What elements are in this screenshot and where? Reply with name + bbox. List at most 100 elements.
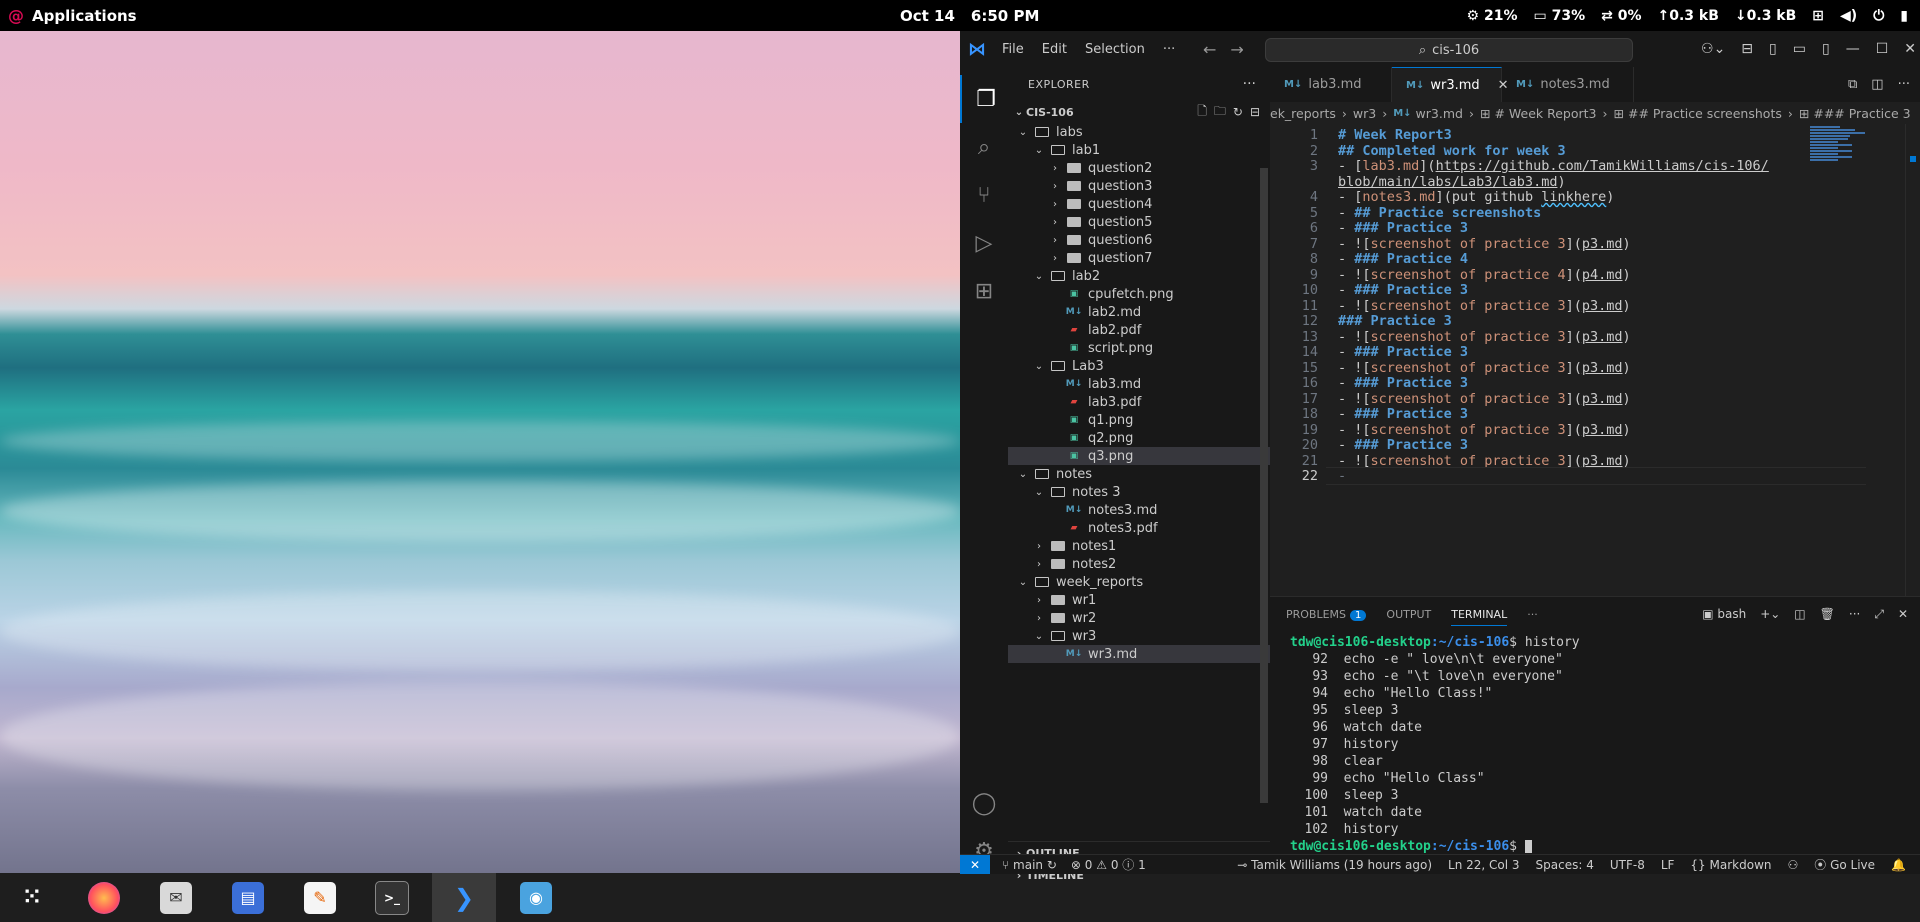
sidebar-scrollbar[interactable] (1260, 168, 1268, 803)
explorer-more-icon[interactable]: ··· (1243, 67, 1256, 101)
encoding[interactable]: UTF-8 (1610, 858, 1645, 872)
tab-wr3-md[interactable]: M↓ wr3.md ✕ (1392, 67, 1509, 102)
tree-item[interactable]: › wr1 (1008, 591, 1270, 609)
new-folder-icon[interactable]: 🗀 (1214, 102, 1226, 123)
tree-item[interactable]: ⌄ lab2 (1008, 267, 1270, 285)
breadcrumb-item[interactable]: ## Practice screenshots (1628, 106, 1782, 121)
tree-item[interactable]: ⌄ labs (1008, 123, 1270, 141)
tree-item[interactable]: ▣ q2.png (1008, 429, 1270, 447)
toggle-secondary-icon[interactable]: ▯ (1822, 41, 1830, 57)
tree-item[interactable]: ⌄ Lab3 (1008, 357, 1270, 375)
run-debug-icon[interactable]: ▷ (960, 219, 1008, 267)
refresh-icon[interactable]: ↻ (1233, 105, 1243, 119)
tree-item[interactable]: ⌄ wr3 (1008, 627, 1270, 645)
breadcrumb-item[interactable]: ### Practice 3 (1813, 106, 1910, 121)
terminal-shell-selector[interactable]: ▣ bash (1702, 607, 1746, 621)
text-editor-launcher[interactable]: ✎ (288, 873, 352, 922)
source-control-icon[interactable]: ⑂ (960, 171, 1008, 219)
maximize-panel-icon[interactable]: ⤢ (1874, 607, 1884, 622)
command-center-search[interactable]: ⌕ cis-106 (1265, 38, 1633, 62)
tree-item[interactable]: › notes2 (1008, 555, 1270, 573)
system-status[interactable]: ⚙ 21% ▭ 73% ⇄ 0% ↑0.3 kB ↓0.3 kB ⊞ ◀) ⏻ … (1467, 0, 1908, 31)
copilot-status-icon[interactable]: ⚇ (1787, 858, 1798, 872)
split-terminal-icon[interactable]: ◫ (1794, 607, 1805, 621)
minimize-icon[interactable]: — (1846, 41, 1860, 57)
kill-terminal-icon[interactable]: 🗑 (1820, 607, 1835, 621)
toggle-sidebar-icon[interactable]: ▯ (1769, 41, 1777, 57)
toggle-panel-icon[interactable]: ▭ (1793, 41, 1806, 57)
new-file-icon[interactable]: 🗋 (1197, 102, 1207, 123)
editor-scrollbar[interactable] (1905, 124, 1920, 596)
explorer-icon[interactable]: ❐ (960, 75, 1010, 123)
tree-item[interactable]: ▣ q3.png (1008, 447, 1270, 465)
forward-arrow-icon[interactable]: → (1230, 40, 1243, 59)
tab-output[interactable]: OUTPUT (1386, 608, 1431, 621)
close-panel-icon[interactable]: ✕ (1898, 607, 1908, 621)
panel-more-icon[interactable]: ··· (1527, 608, 1538, 621)
new-terminal-icon[interactable]: +⌄ (1760, 607, 1780, 621)
tab-lab3-md[interactable]: M↓ lab3.md (1270, 67, 1392, 102)
tree-item[interactable]: ⌄ week_reports (1008, 573, 1270, 591)
terminal-launcher[interactable]: >_ (360, 873, 424, 922)
tab-notes3-md[interactable]: M↓ notes3.md (1502, 67, 1634, 102)
language-mode[interactable]: {} Markdown (1690, 858, 1771, 872)
tree-item[interactable]: ▣ cpufetch.png (1008, 285, 1270, 303)
firefox-launcher[interactable] (72, 873, 136, 922)
open-preview-icon[interactable]: ⧉ (1848, 77, 1857, 92)
tree-item[interactable]: ▰ lab2.pdf (1008, 321, 1270, 339)
minimap[interactable] (1810, 126, 1865, 168)
tree-item[interactable]: M↓ lab2.md (1008, 303, 1270, 321)
screenshot-launcher[interactable]: ◉ (504, 873, 568, 922)
go-live-button[interactable]: ⦿ Go Live (1814, 856, 1875, 873)
panel-more-actions-icon[interactable]: ··· (1849, 607, 1860, 621)
tree-item[interactable]: ⌄ notes (1008, 465, 1270, 483)
close-icon[interactable]: ✕ (1904, 41, 1916, 57)
breadcrumb-item[interactable]: # Week Report3 (1494, 106, 1596, 121)
tab-problems[interactable]: PROBLEMS 1 (1286, 608, 1367, 621)
code-editor[interactable]: 1 # Week Report3 2 ## Completed work for we… (1270, 124, 1920, 596)
mail-launcher[interactable]: ✉ (144, 873, 208, 922)
more-actions-icon[interactable]: ··· (1898, 77, 1910, 92)
breadcrumb-item[interactable]: ek_reports (1270, 106, 1336, 121)
split-editor-icon[interactable]: ◫ (1871, 77, 1883, 92)
end-of-line[interactable]: LF (1661, 858, 1675, 872)
account-icon[interactable]: ◯ (960, 779, 1008, 827)
tree-item[interactable]: ▰ notes3.pdf (1008, 519, 1270, 537)
problems-indicator[interactable]: ⊗ 0 ⚠ 0 ⓘ 1 (1071, 856, 1146, 873)
tab-terminal[interactable]: TERMINAL (1451, 603, 1508, 626)
app-grid-button[interactable]: ⁙ (0, 873, 64, 922)
notifications-bell-icon[interactable]: 🔔 (1891, 858, 1906, 872)
maximize-icon[interactable]: ☐ (1876, 41, 1889, 57)
tree-item[interactable]: › question6 (1008, 231, 1270, 249)
search-view-icon[interactable]: ⌕ (960, 123, 1008, 171)
tree-item[interactable]: M↓ notes3.md (1008, 501, 1270, 519)
archive-launcher[interactable]: ▤ (216, 873, 280, 922)
tree-item[interactable]: ▣ script.png (1008, 339, 1270, 357)
tree-item[interactable]: › question7 (1008, 249, 1270, 267)
tree-item[interactable]: › notes1 (1008, 537, 1270, 555)
copilot-icon[interactable]: ⚇⌄ (1701, 41, 1725, 57)
menu-file[interactable]: File (1002, 42, 1024, 57)
indentation[interactable]: Spaces: 4 (1536, 858, 1594, 872)
branch-indicator[interactable]: ⑂ main ↻ (1002, 858, 1057, 872)
tree-item[interactable]: › wr2 (1008, 609, 1270, 627)
tree-item[interactable]: M↓ wr3.md (1008, 645, 1270, 663)
breadcrumb-item[interactable]: wr3 (1353, 106, 1376, 121)
git-blame[interactable]: ⊸ Tamik Williams (19 hours ago) (1237, 858, 1432, 872)
collapse-all-icon[interactable]: ⊟ (1250, 105, 1260, 119)
cursor-position[interactable]: Ln 22, Col 3 (1448, 858, 1520, 872)
tree-item[interactable]: › question2 (1008, 159, 1270, 177)
tree-item[interactable]: › question3 (1008, 177, 1270, 195)
extensions-icon[interactable]: ⊞ (960, 267, 1008, 315)
layout-icon[interactable]: ⊟ (1741, 41, 1753, 57)
vscode-launcher[interactable]: ❯ (432, 873, 496, 922)
tree-item[interactable]: ⌄ lab1 (1008, 141, 1270, 159)
tree-item[interactable]: ⌄ notes 3 (1008, 483, 1270, 501)
back-arrow-icon[interactable]: ← (1203, 40, 1216, 59)
tree-item[interactable]: M↓ lab3.md (1008, 375, 1270, 393)
tree-item[interactable]: ▰ lab3.pdf (1008, 393, 1270, 411)
remote-indicator-icon[interactable]: ✕ (960, 855, 990, 874)
tree-item[interactable]: › question4 (1008, 195, 1270, 213)
tree-item[interactable]: ▣ q1.png (1008, 411, 1270, 429)
applications-menu[interactable]: @ Applications (8, 0, 137, 31)
